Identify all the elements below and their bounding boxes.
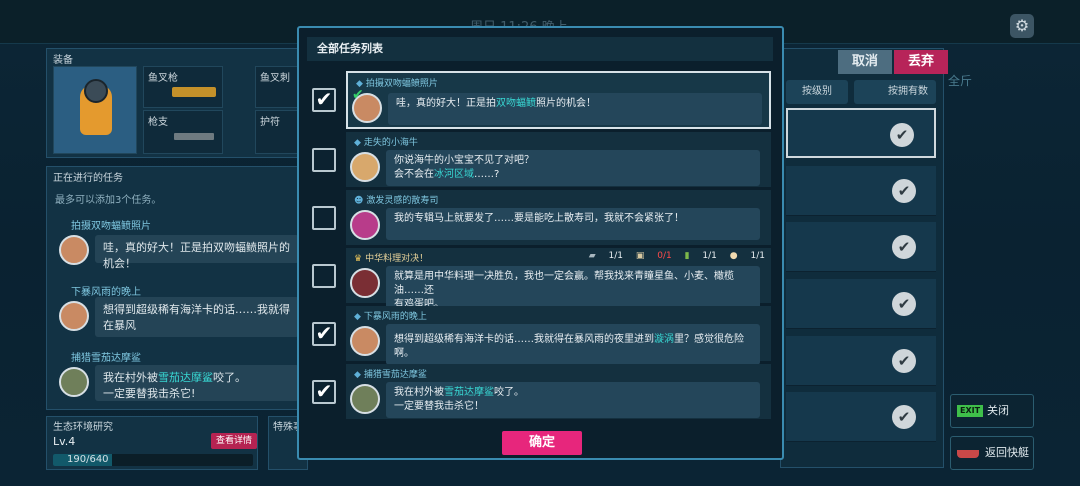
rifle-icon [174, 133, 214, 140]
ingredient-counts: ▰ 1/1 ▣ 0/1 ▮ 1/1 ● 1/1 [579, 251, 765, 261]
crown-icon: ♛ [354, 254, 363, 264]
ongoing-quests-panel: 正在进行的任务 最多可以添加3个任务。 拍摄双吻蝠鲼照片 哇，真的好大！正是拍双… [46, 166, 299, 410]
quest-avatar [350, 210, 380, 240]
quest-avatar [59, 301, 89, 331]
egg-icon: ● [729, 251, 738, 261]
ongoing-quest-text: 哇，真的好大！正是拍双吻蝠鲼照片的机会！ [95, 235, 299, 270]
harpoon-gun-label: 鱼叉枪 [148, 73, 178, 84]
check-circle-icon: ✔ [892, 349, 916, 373]
ongoing-quest-text: 想得到超级稀有海洋卡的话……我就得在暴风 [95, 297, 299, 337]
ecosystem-progress-text: 190/640 [67, 454, 109, 465]
quest-checkbox[interactable] [312, 148, 336, 172]
diver-helmet-icon [84, 79, 108, 103]
check-circle-icon: ✔ [892, 405, 916, 429]
harpoon-spear-slot[interactable]: 鱼叉刺 [255, 66, 299, 108]
quest-item[interactable]: ◆ 走失的小海牛 你说海牛的小宝宝不见了对吧？ 会不会在冰河区域……? [346, 132, 771, 187]
quest-checkbox[interactable] [312, 206, 336, 230]
ongoing-quests-title: 正在进行的任务 [53, 173, 123, 184]
quest-avatar [350, 384, 380, 414]
character-portrait[interactable] [53, 66, 137, 154]
quest-checkbox[interactable]: ✔ [312, 322, 336, 346]
card-row[interactable]: ✔ [786, 279, 936, 329]
quest-avatar [59, 367, 89, 397]
quest-text: 我的专辑马上就要发了……要是能吃上散寿司，我就不会紧张了！ [386, 208, 760, 240]
quest-text: 想得到超级稀有海洋卡的话……我就得在暴风雨的夜里进到漩涡里？感觉很危险啊。 [386, 324, 760, 365]
charm-slot[interactable]: 护符 [255, 110, 299, 154]
equipment-panel: 装备 鱼叉枪 鱼叉刺 枪支 护符 [46, 48, 299, 158]
card-row[interactable]: ✔ [786, 392, 936, 442]
quest-text: 我在村外被雪茄达摩鲨咬了。 一定要替我击杀它！ [386, 382, 760, 418]
sort-by-count-button[interactable]: 按拥有数 [854, 80, 936, 104]
quest-checkbox[interactable]: ✔ [312, 88, 336, 112]
quest-title: ♛ 中华料理对决！ [354, 254, 429, 264]
quest-title: ☻ 激发灵感的散寿司 [354, 196, 439, 206]
harpoon-gun-icon [172, 87, 216, 97]
card-row[interactable]: ✔ [786, 336, 936, 386]
discard-button[interactable]: 丢弃 [894, 50, 948, 74]
ongoing-quest-title: 下暴风雨的晚上 [71, 287, 141, 298]
quest-avatar [350, 152, 380, 182]
ecosystem-level: Lv.4 [53, 435, 76, 448]
quest-avatar [350, 268, 380, 298]
quest-item[interactable]: ◆ 拍摄双吻蝠鲼照片 ✔ 哇，真的好大！正是拍双吻蝠鲼照片的机会！ [346, 71, 771, 129]
quest-avatar [59, 235, 89, 265]
cancel-button[interactable]: 取消 [838, 50, 892, 74]
harpoon-spear-label: 鱼叉刺 [260, 73, 290, 84]
person-icon: ☻ [354, 196, 364, 206]
bottle-icon: ▮ [684, 251, 690, 261]
quest-item[interactable]: ☻ 激发灵感的散寿司 我的专辑马上就要发了……要是能吃上散寿司，我就不会紧张了！ [346, 190, 771, 245]
completed-check-icon: ✔ [352, 87, 364, 103]
settings-gear-icon[interactable]: ⚙ [1010, 14, 1034, 38]
oil-ingredient-count: ▮ 1/1 [684, 251, 717, 261]
all-quests-modal: 全部任务列表 ✔ ◆ 拍摄双吻蝠鲼照片 ✔ 哇，真的好大！正是拍双吻蝠鲼照片的机会… [297, 26, 784, 460]
boat-icon [957, 450, 979, 458]
quest-item[interactable]: ♛ 中华料理对决！ ▰ 1/1 ▣ 0/1 ▮ 1/1 ● 1/1 就算是用中华料… [346, 248, 771, 316]
quest-text: 你说海牛的小宝宝不见了对吧？ 会不会在冰河区域……? [386, 150, 760, 186]
card-row[interactable]: ✔ [786, 222, 936, 272]
card-row[interactable]: ✔ [786, 166, 936, 216]
quest-checkbox[interactable] [312, 264, 336, 288]
sort-by-grade-button[interactable]: 按级别 [786, 80, 848, 104]
check-circle-icon: ✔ [892, 235, 916, 259]
close-button[interactable]: EXIT 关闭 [950, 394, 1034, 428]
quest-item[interactable]: ◆ 下暴风雨的晚上 想得到超级稀有海洋卡的话……我就得在暴风雨的夜里进到漩涡里？感… [346, 306, 771, 365]
check-circle-icon: ✔ [892, 179, 916, 203]
confirm-button[interactable]: 确定 [502, 431, 582, 455]
quest-text: 哇，真的好大！正是拍双吻蝠鲼照片的机会！ [388, 93, 762, 125]
gun-label: 枪支 [148, 117, 168, 128]
ecosystem-progress-track: 190/640 [53, 454, 253, 466]
ongoing-quest-title: 捕猎雪茄达摩鲨 [71, 353, 141, 364]
quest-item[interactable]: ◆ 捕猎雪茄达摩鲨 我在村外被雪茄达摩鲨咬了。 一定要替我击杀它！ [346, 364, 771, 419]
fish-icon: ▰ [588, 251, 596, 261]
view-detail-button[interactable]: 查看详情 [211, 433, 257, 449]
quest-avatar [350, 326, 380, 356]
ongoing-quests-subtitle: 最多可以添加3个任务。 [55, 195, 162, 206]
quest-title: ◆ 捕猎雪茄达摩鲨 [354, 370, 427, 380]
ecosystem-panel: 生态环境研究 Lv.4 查看详情 190/640 [46, 416, 258, 470]
quest-checkbox[interactable]: ✔ [312, 380, 336, 404]
check-circle-icon: ✔ [892, 292, 916, 316]
ongoing-quest-title: 拍摄双吻蝠鲼照片 [71, 221, 151, 232]
equipment-title: 装备 [53, 55, 73, 66]
ongoing-quest-text: 我在村外被雪茄达摩鲨咬了。 一定要替我击杀它! [95, 365, 299, 401]
quest-title: ◆ 拍摄双吻蝠鲼照片 [356, 79, 438, 89]
fish-ingredient-count: ▰ 1/1 [588, 251, 623, 261]
gun-slot[interactable]: 枪支 [143, 110, 223, 154]
quest-title: ◆ 下暴风雨的晚上 [354, 312, 427, 322]
return-to-boat-button[interactable]: 返回快艇 [950, 436, 1034, 470]
wheat-icon: ▣ [635, 251, 645, 261]
modal-title: 全部任务列表 [307, 37, 773, 61]
quest-title: ◆ 走失的小海牛 [354, 138, 418, 148]
card-row[interactable]: ✔ [786, 108, 936, 158]
harpoon-gun-slot[interactable]: 鱼叉枪 [143, 66, 223, 108]
charm-label: 护符 [260, 117, 280, 128]
egg-ingredient-count: ● 1/1 [729, 251, 765, 261]
ecosystem-title: 生态环境研究 [53, 422, 113, 433]
side-label: 全斤 [948, 74, 973, 88]
check-circle-icon: ✔ [890, 123, 914, 147]
wheat-ingredient-count: ▣ 0/1 [635, 251, 672, 261]
exit-icon: EXIT [957, 405, 984, 417]
